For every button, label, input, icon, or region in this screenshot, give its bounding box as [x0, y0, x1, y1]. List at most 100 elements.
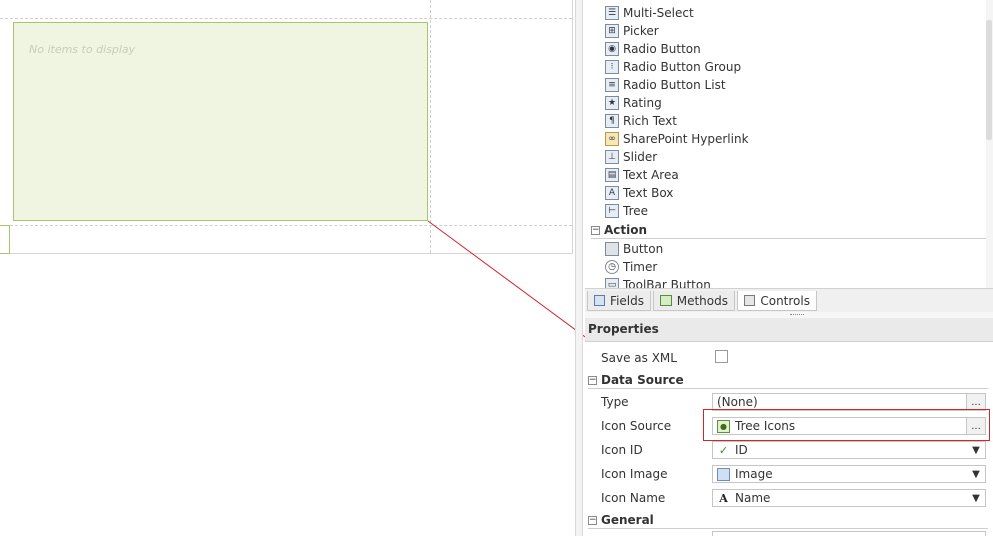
collapse-icon[interactable]: −: [588, 515, 597, 525]
toolbox-item-label: Multi-Select: [623, 6, 694, 20]
rating-star-icon: ★: [605, 96, 619, 110]
tab-methods[interactable]: Methods: [653, 291, 735, 311]
type-ellipsis-button[interactable]: ...: [966, 394, 985, 410]
toolbox-item-multi-select[interactable]: ☰ Multi-Select: [605, 4, 694, 22]
icon-image-dropdown-arrow[interactable]: ▼: [967, 466, 985, 482]
grid-line: [0, 225, 572, 226]
property-label-icon-id: Icon ID: [601, 443, 643, 457]
properties-header: Properties: [585, 318, 993, 342]
text-box-icon: A: [605, 186, 619, 200]
image-icon: [717, 467, 730, 481]
rich-text-icon: ¶: [605, 114, 619, 128]
property-label-save-as-xml: Save as XML: [601, 351, 677, 365]
property-label-icon-source: Icon Source: [601, 419, 672, 433]
methods-icon: [660, 295, 672, 306]
general-first-field[interactable]: [712, 531, 986, 536]
toolbox-item-label: Text Box: [623, 186, 674, 200]
toolbox-item-label: Picker: [623, 24, 659, 38]
toolbox-item-label: Tree: [623, 204, 649, 218]
fields-icon: [594, 295, 606, 306]
property-section-data-source[interactable]: − Data Source: [588, 371, 988, 389]
text-letter-icon: A: [719, 491, 728, 505]
resize-grip-icon: [790, 314, 804, 317]
icon-name-dropdown-arrow[interactable]: ▼: [967, 490, 985, 506]
tab-fields[interactable]: Fields: [587, 291, 651, 311]
toolbox-panel: ☰ Multi-Select ⊞ Picker ◉ Radio Button ⁝…: [585, 0, 993, 288]
toolbox-item-radio-button-list[interactable]: ≡ Radio Button List: [605, 76, 726, 94]
section-divider: [588, 528, 988, 529]
section-title: General: [601, 513, 654, 527]
property-label-icon-image: Icon Image: [601, 467, 668, 481]
property-label-type: Type: [601, 395, 629, 409]
icon-image-value: Image: [735, 467, 773, 481]
toolbox-item-radio-button-group[interactable]: ⁝ Radio Button Group: [605, 58, 741, 76]
toolbox-item-label: ToolBar Button: [623, 278, 711, 288]
toolbox-item-text-area[interactable]: ▤ Text Area: [605, 166, 679, 184]
id-check-icon: ✓: [718, 443, 729, 457]
icon-source-value: Tree Icons: [735, 419, 796, 433]
toolbox-item-slider[interactable]: ⊥ Slider: [605, 148, 657, 166]
icon-name-value: Name: [735, 491, 771, 505]
grid-line: [430, 0, 431, 253]
toolbox-item-label: Slider: [623, 150, 658, 164]
tab-label: Fields: [610, 293, 644, 308]
icon-id-dropdown-arrow[interactable]: ▼: [967, 442, 985, 458]
button-icon: [605, 242, 619, 256]
icon-image-field[interactable]: Image ▼: [712, 465, 986, 483]
toolbox-item-label: Radio Button List: [623, 78, 726, 92]
tab-label: Controls: [760, 293, 810, 308]
tree-icon: ⊢: [605, 204, 619, 218]
toolbox-item-picker[interactable]: ⊞ Picker: [605, 22, 659, 40]
tree-control[interactable]: No items to display: [13, 22, 428, 221]
toolbox-scrollbar-thumb[interactable]: [986, 20, 992, 140]
toolbox-item-label: Radio Button: [623, 42, 701, 56]
smartobject-icon: ●: [717, 419, 730, 433]
section-divider: [588, 388, 988, 389]
toolbox-item-toolbar-button[interactable]: ▭ ToolBar Button: [605, 276, 711, 288]
grid-line: [0, 18, 572, 19]
toolbox-item-label: Radio Button Group: [623, 60, 742, 74]
icon-source-field[interactable]: ● Tree Icons ...: [712, 417, 986, 435]
toolbox-item-timer[interactable]: ◷ Timer: [605, 258, 657, 276]
toolbox-tabs: Fields Methods Controls: [585, 288, 993, 314]
toolbox-item-label: Rich Text: [623, 114, 677, 128]
toolbox-item-label: Button: [623, 242, 664, 256]
toolbox-item-rich-text[interactable]: ¶ Rich Text: [605, 112, 677, 130]
toolbox-item-button[interactable]: Button: [605, 240, 663, 258]
collapse-icon[interactable]: −: [591, 225, 600, 235]
toolbox-item-label: Rating: [623, 96, 662, 110]
icon-id-field[interactable]: ✓ ID ▼: [712, 441, 986, 459]
toolbox-item-label: Text Area: [623, 168, 679, 182]
toolbox-item-rating[interactable]: ★ Rating: [605, 94, 662, 112]
timer-icon: ◷: [605, 260, 619, 274]
radio-button-list-icon: ≡: [605, 78, 619, 92]
toolbox-item-text-box[interactable]: A Text Box: [605, 184, 673, 202]
section-divider: [591, 238, 986, 239]
panel-splitter[interactable]: [575, 0, 583, 536]
icon-name-field[interactable]: A Name ▼: [712, 489, 986, 507]
collapse-icon[interactable]: −: [588, 375, 597, 385]
toolbox-item-label: SharePoint Hyperlink: [623, 132, 749, 146]
slider-icon: ⊥: [605, 150, 619, 164]
radio-button-icon: ◉: [605, 42, 619, 56]
controls-icon: [744, 295, 756, 306]
grid-cell[interactable]: [0, 225, 10, 254]
save-as-xml-checkbox[interactable]: [715, 350, 728, 363]
property-label-icon-name: Icon Name: [601, 491, 666, 505]
icon-source-ellipsis-button[interactable]: ...: [966, 418, 985, 434]
type-value: (None): [717, 395, 758, 409]
section-title: Data Source: [601, 373, 684, 387]
tab-label: Methods: [676, 293, 728, 308]
property-section-general[interactable]: − General: [588, 511, 988, 529]
toolbox-item-label: Timer: [623, 260, 658, 274]
toolbox-item-sharepoint-hyperlink[interactable]: ∞ SharePoint Hyperlink: [605, 130, 749, 148]
toolbox-item-radio-button[interactable]: ◉ Radio Button: [605, 40, 701, 58]
tab-controls[interactable]: Controls: [737, 291, 817, 311]
toolbox-section-action[interactable]: − Action: [591, 221, 986, 239]
multi-select-icon: ☰: [605, 6, 619, 20]
toolbox-item-tree[interactable]: ⊢ Tree: [605, 202, 648, 220]
sharepoint-hyperlink-icon: ∞: [605, 132, 619, 146]
type-field[interactable]: (None) ...: [712, 393, 986, 411]
icon-id-value: ID: [735, 443, 748, 457]
design-canvas: No items to display: [0, 0, 575, 536]
